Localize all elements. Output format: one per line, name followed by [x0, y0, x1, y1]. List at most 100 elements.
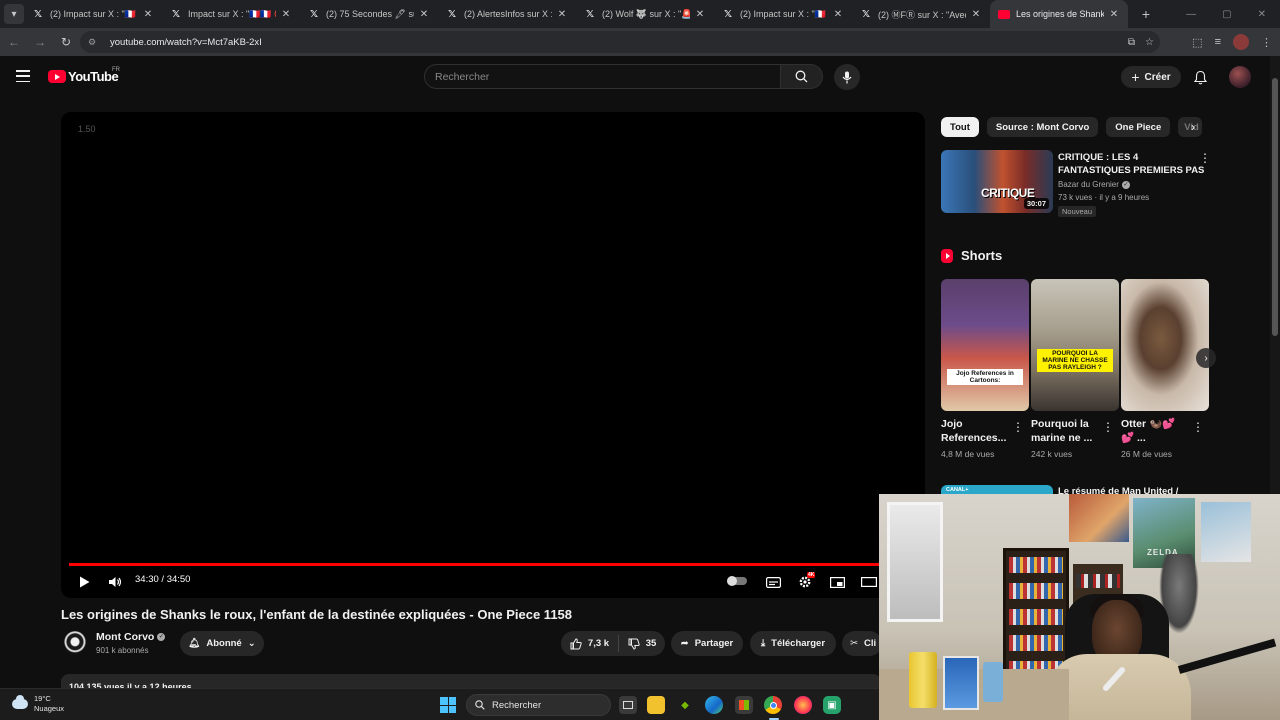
- channel-avatar[interactable]: [63, 631, 87, 655]
- browser-tab[interactable]: 𝕏 (2) Wolf 🐺 sur X : "🚨 # ✕: [576, 0, 714, 28]
- tab-search-dropdown-icon[interactable]: ▾: [4, 4, 24, 24]
- account-avatar[interactable]: [1229, 66, 1251, 88]
- tab-title: Les origines de Shanks le: [1016, 9, 1104, 19]
- short-caption: POURQUOI LA MARINE NE CHASSE PAS RAYLEIG…: [1037, 349, 1113, 372]
- shorts-title: Shorts: [961, 248, 1003, 263]
- channel-name-link[interactable]: Mont Corvo ✓: [96, 631, 166, 643]
- forward-icon[interactable]: →: [28, 30, 52, 54]
- site-settings-icon[interactable]: ⚙: [88, 37, 100, 48]
- more-options-icon[interactable]: ⋮: [1102, 421, 1114, 433]
- more-options-icon[interactable]: ⋮: [1192, 421, 1204, 433]
- short-thumbnail[interactable]: Jojo References in Cartoons:: [941, 279, 1029, 411]
- browser-tab[interactable]: 𝕏 (2) 75 Secondes 🖊 sur X ✕: [300, 0, 438, 28]
- close-tab-icon[interactable]: ✕: [1108, 9, 1120, 20]
- weather-widget[interactable]: 19°C Nuageux: [12, 694, 64, 714]
- task-view-icon[interactable]: [619, 696, 637, 714]
- store-icon[interactable]: [735, 696, 753, 714]
- close-tab-icon[interactable]: ✕: [556, 9, 568, 20]
- short-item[interactable]: Jojo References in Cartoons: Jojo Refere…: [941, 279, 1029, 459]
- close-tab-icon[interactable]: ✕: [694, 9, 706, 20]
- minimize-icon[interactable]: —: [1186, 9, 1196, 20]
- youtube-logo[interactable]: YouTube FR: [48, 67, 120, 84]
- chevron-right-icon[interactable]: ›: [1196, 348, 1216, 368]
- close-tab-icon[interactable]: ✕: [832, 9, 844, 20]
- hd-badge: 4K: [807, 572, 816, 578]
- volume-button[interactable]: [107, 572, 123, 592]
- browser-tab[interactable]: 𝕏 (2) ⓂFⓇ sur X : "Avec u ✕: [852, 0, 990, 28]
- menu-icon[interactable]: [16, 70, 30, 82]
- extensions-icon[interactable]: ⬚: [1192, 36, 1202, 49]
- short-thumbnail[interactable]: [1121, 279, 1209, 411]
- short-thumbnail[interactable]: POURQUOI LA MARINE NE CHASSE PAS RAYLEIG…: [1031, 279, 1119, 411]
- profile-icon[interactable]: [1233, 34, 1249, 50]
- address-bar[interactable]: ⚙ youtube.com/watch?v=Mct7aKB-2xI ⧉ ☆: [80, 31, 1160, 53]
- download-button[interactable]: ⤓ Télécharger: [750, 631, 836, 656]
- maximize-icon[interactable]: ▢: [1222, 9, 1231, 20]
- close-tab-icon[interactable]: ✕: [142, 9, 154, 20]
- reload-icon[interactable]: ↻: [54, 30, 78, 54]
- video-title: Les origines de Shanks le roux, l'enfant…: [61, 607, 573, 622]
- browser-tab[interactable]: 𝕏 (2) AlertesInfos sur X : "🇫🇷 I ✕: [438, 0, 576, 28]
- desk-object: [983, 662, 1003, 702]
- browser-tab[interactable]: 𝕏 (2) Impact sur X : "🇫🇷 Le y ✕: [714, 0, 852, 28]
- create-button[interactable]: + Créer: [1121, 66, 1181, 88]
- scrollbar-thumb[interactable]: [1272, 78, 1278, 336]
- search-button[interactable]: [781, 64, 823, 89]
- firefox-icon[interactable]: [794, 696, 812, 714]
- close-window-icon[interactable]: ✕: [1258, 9, 1266, 20]
- close-tab-icon[interactable]: ✕: [418, 9, 430, 20]
- browser-tab[interactable]: 𝕏 (2) Impact sur X : "🇫🇷 INSO ✕: [24, 0, 162, 28]
- microphone-icon: [842, 71, 852, 83]
- recommended-video-title[interactable]: CRITIQUE : LES 4 FANTASTIQUES PREMIERS P…: [1058, 151, 1208, 177]
- browser-menu-icon[interactable]: ⋮: [1261, 36, 1272, 49]
- browser-tab-active[interactable]: Les origines de Shanks le ✕: [990, 0, 1128, 28]
- new-tab-button[interactable]: +: [1134, 2, 1158, 26]
- play-button[interactable]: [77, 572, 91, 592]
- voice-search-button[interactable]: [834, 64, 860, 90]
- wall-poster: [1201, 502, 1251, 562]
- x-icon: 𝕏: [723, 8, 733, 20]
- browser-tab[interactable]: 𝕏 Impact sur X : "🇫🇷🇫🇷 🚫 FI ✕: [162, 0, 300, 28]
- channel-name: Bazar du Grenier: [1058, 180, 1119, 189]
- chip-source-channel[interactable]: Source : Mont Corvo: [986, 117, 1099, 137]
- close-tab-icon[interactable]: ✕: [970, 9, 982, 20]
- notifications-bell-icon[interactable]: [1192, 68, 1208, 86]
- file-explorer-icon[interactable]: [647, 696, 665, 714]
- settings-button[interactable]: 4K: [797, 572, 816, 592]
- room-window: [887, 502, 943, 622]
- chevron-right-icon[interactable]: ›: [1184, 117, 1202, 137]
- taskbar-search[interactable]: Rechercher: [466, 694, 611, 716]
- close-tab-icon[interactable]: ✕: [280, 9, 292, 20]
- media-controls-icon[interactable]: ≡: [1215, 36, 1221, 48]
- search-input[interactable]: Rechercher: [424, 64, 781, 89]
- progress-bar[interactable]: [69, 563, 909, 566]
- theater-mode-button[interactable]: [861, 572, 877, 592]
- video-player[interactable]: 1.50 34:30 / 34:50 4K: [61, 112, 925, 598]
- subscribed-button[interactable]: 🔔︎ Abonné ⌄: [180, 631, 264, 656]
- recommended-channel[interactable]: Bazar du Grenier ✓: [1058, 180, 1130, 189]
- short-item[interactable]: Otter 🦦💕 💕 ... 26 M de vues ⋮: [1121, 279, 1209, 459]
- more-options-icon[interactable]: ⋮: [1012, 421, 1024, 433]
- dislike-button[interactable]: 35: [619, 638, 665, 650]
- cast-icon[interactable]: ⧉: [1128, 37, 1135, 48]
- subtitles-icon: [765, 576, 781, 588]
- autoplay-toggle[interactable]: [727, 576, 747, 586]
- windows-start-icon[interactable]: [440, 697, 456, 713]
- chrome-browser-icon[interactable]: [764, 696, 782, 714]
- bookmark-star-icon[interactable]: ☆: [1145, 37, 1154, 48]
- clip-button[interactable]: ✂ Cli: [842, 631, 882, 656]
- back-icon[interactable]: ←: [2, 30, 26, 54]
- nvidia-icon[interactable]: ◆: [676, 696, 694, 714]
- edge-browser-icon[interactable]: [705, 696, 723, 714]
- chip-one-piece[interactable]: One Piece: [1106, 117, 1171, 137]
- miniplayer-button[interactable]: [829, 572, 845, 592]
- chip-all[interactable]: Tout: [941, 117, 979, 137]
- share-button[interactable]: ➦ Partager: [671, 631, 743, 656]
- more-options-icon[interactable]: ⋮: [1199, 152, 1211, 164]
- recommended-video[interactable]: CRITIQUE 30:07 CRITIQUE : LES 4 FANTASTI…: [941, 150, 1211, 220]
- subtitles-button[interactable]: [765, 572, 781, 592]
- discord-like-app-icon[interactable]: ▣: [823, 696, 841, 714]
- short-item[interactable]: POURQUOI LA MARINE NE CHASSE PAS RAYLEIG…: [1031, 279, 1119, 459]
- video-thumbnail[interactable]: CRITIQUE 30:07: [941, 150, 1053, 213]
- like-button[interactable]: 7,3 k: [561, 635, 619, 652]
